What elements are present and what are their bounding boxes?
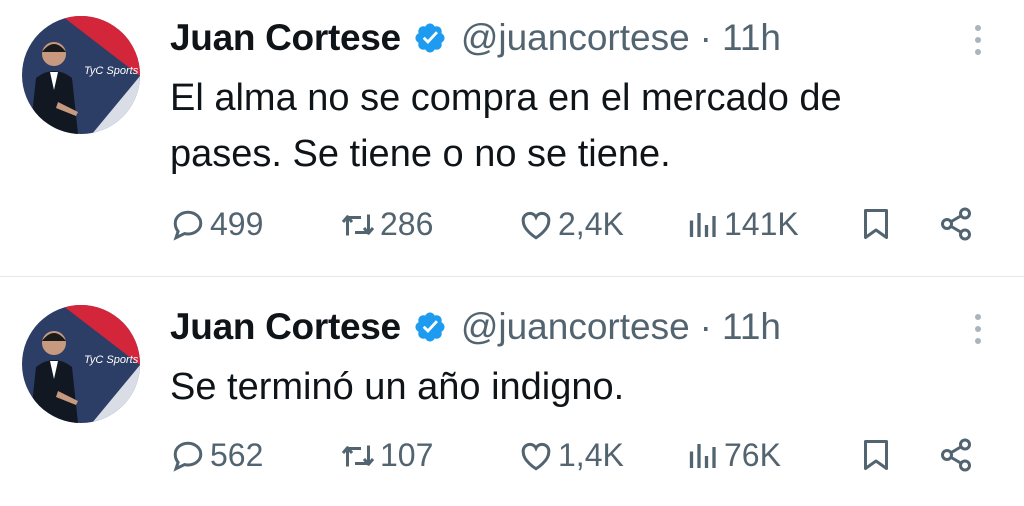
like-icon <box>521 442 551 470</box>
like-button[interactable]: 2,4K <box>518 206 624 243</box>
author-handle[interactable]: @juancortese <box>461 306 690 348</box>
verified-badge-icon <box>415 23 445 53</box>
tweet[interactable]: TyC Sports Juan Cortese @juancortese · 1… <box>0 0 1024 275</box>
author-handle[interactable]: @juancortese <box>461 17 690 59</box>
timestamp[interactable]: 11h <box>722 17 781 59</box>
like-button[interactable]: 1,4K <box>518 437 624 474</box>
reply-icon <box>173 441 203 472</box>
repost-button[interactable]: 286 <box>340 206 433 243</box>
like-icon <box>521 211 551 239</box>
tweet-text: Se terminó un año indigno. <box>170 366 625 408</box>
avatar[interactable]: TyC Sports <box>22 16 140 134</box>
reply-count: 499 <box>210 206 264 242</box>
separator: · <box>699 306 712 347</box>
views-button[interactable]: 76K <box>684 437 781 474</box>
reply-button[interactable]: 499 <box>170 206 263 243</box>
reply-button[interactable]: 562 <box>170 437 263 474</box>
repost-button[interactable]: 107 <box>340 437 433 474</box>
avatar[interactable]: TyC Sports <box>22 305 140 423</box>
view-count: 141K <box>724 206 799 242</box>
verified-badge-icon <box>415 312 445 342</box>
tweet-actions: 562 107 1,4K 76K <box>170 437 990 481</box>
author-name[interactable]: Juan Cortese <box>170 17 401 59</box>
views-icon <box>689 443 716 468</box>
repost-count: 286 <box>380 206 434 242</box>
share-button[interactable] <box>938 206 974 242</box>
repost-icon <box>341 214 375 235</box>
separator: · <box>699 17 712 58</box>
view-count: 76K <box>724 437 781 473</box>
views-icon <box>689 212 716 237</box>
bookmark-button[interactable] <box>858 206 894 242</box>
timestamp[interactable]: 11h <box>722 306 781 348</box>
author-name[interactable]: Juan Cortese <box>170 306 401 348</box>
tweet-actions: 499 286 2,4K 141K <box>170 206 990 250</box>
share-icon <box>941 438 971 472</box>
tweet-text: El alma no se compra en el mercado de pa… <box>170 77 842 175</box>
tweet[interactable]: TyC Sports Juan Cortese @juancortese · 1… <box>0 275 1024 506</box>
avatar-image: TyC Sports <box>22 16 140 134</box>
bookmark-button[interactable] <box>858 437 894 473</box>
tweet-header: Juan Cortese @juancortese · 11h <box>170 303 781 351</box>
tweet-header: Juan Cortese @juancortese · 11h <box>170 14 781 62</box>
like-count: 2,4K <box>558 206 624 242</box>
reply-count: 562 <box>210 437 264 473</box>
like-count: 1,4K <box>558 437 624 473</box>
avatar-logo-text: TyC Sports <box>84 354 139 366</box>
avatar-image: TyC Sports <box>22 305 140 423</box>
bookmark-icon <box>864 209 888 239</box>
more-options-icon[interactable] <box>966 20 990 60</box>
avatar-logo-text: TyC Sports <box>84 65 139 77</box>
views-button[interactable]: 141K <box>684 206 799 243</box>
bookmark-icon <box>864 440 888 470</box>
share-icon <box>941 207 971 241</box>
repost-count: 107 <box>380 437 434 473</box>
reply-icon <box>173 210 203 241</box>
repost-icon <box>341 445 375 466</box>
more-options-icon[interactable] <box>966 309 990 349</box>
share-button[interactable] <box>938 437 974 473</box>
